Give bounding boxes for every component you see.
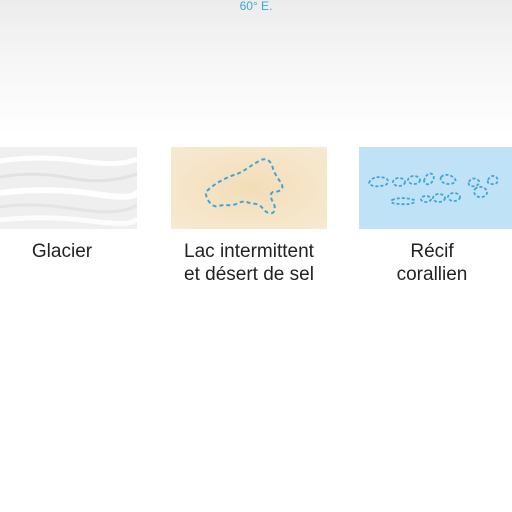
glacier-swatch [0,147,137,229]
salt-lake-label-line: et désert de sel [184,264,314,285]
salt-lake-label-line: Lac intermittent [184,241,314,262]
map-edge-gradient [0,0,512,135]
salt-lake-swatch [171,147,327,229]
glacier-label: Glacier [0,240,124,263]
coral-reef-label: Récif corallien [352,240,512,286]
coral-reef-label-line: Récif [410,241,454,262]
meridian-label: 60° E. [239,0,273,13]
coral-reef-swatch [359,147,512,229]
glacier-label-line: Glacier [31,241,93,262]
salt-lake-label: Lac intermittent et désert de sel [157,240,341,286]
coral-reef-label-line: corallien [396,264,468,285]
